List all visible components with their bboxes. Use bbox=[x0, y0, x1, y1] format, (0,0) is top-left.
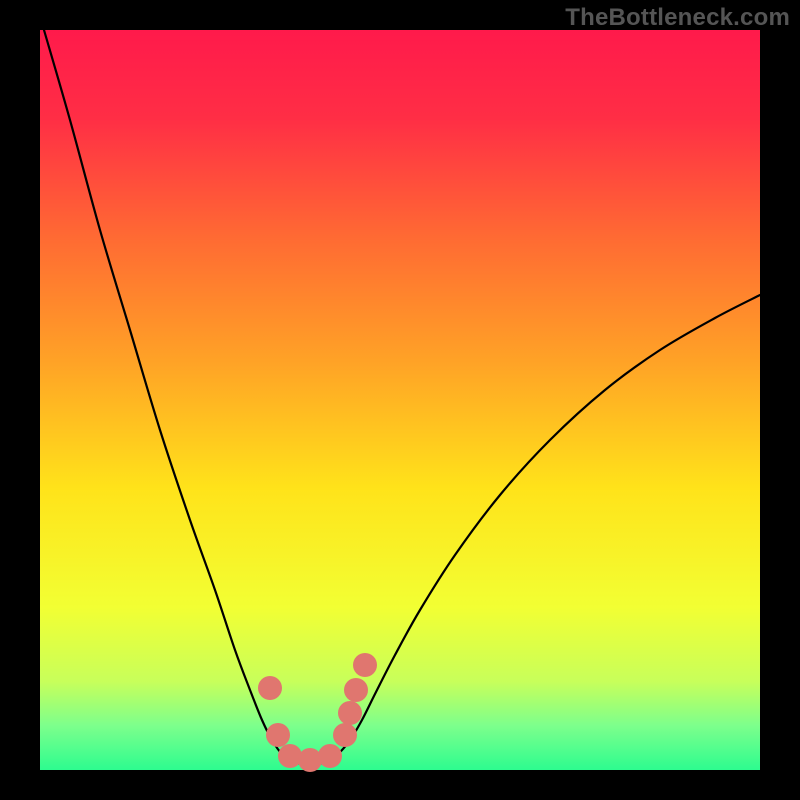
marker-dot bbox=[318, 744, 342, 768]
marker-dot bbox=[338, 701, 362, 725]
marker-dot bbox=[344, 678, 368, 702]
marker-dot bbox=[353, 653, 377, 677]
plot-background bbox=[40, 30, 760, 770]
marker-dot bbox=[333, 723, 357, 747]
marker-dot bbox=[258, 676, 282, 700]
chart-frame: TheBottleneck.com bbox=[0, 0, 800, 800]
marker-dot bbox=[298, 748, 322, 772]
marker-dot bbox=[266, 723, 290, 747]
marker-dot bbox=[278, 744, 302, 768]
chart-svg bbox=[0, 0, 800, 800]
